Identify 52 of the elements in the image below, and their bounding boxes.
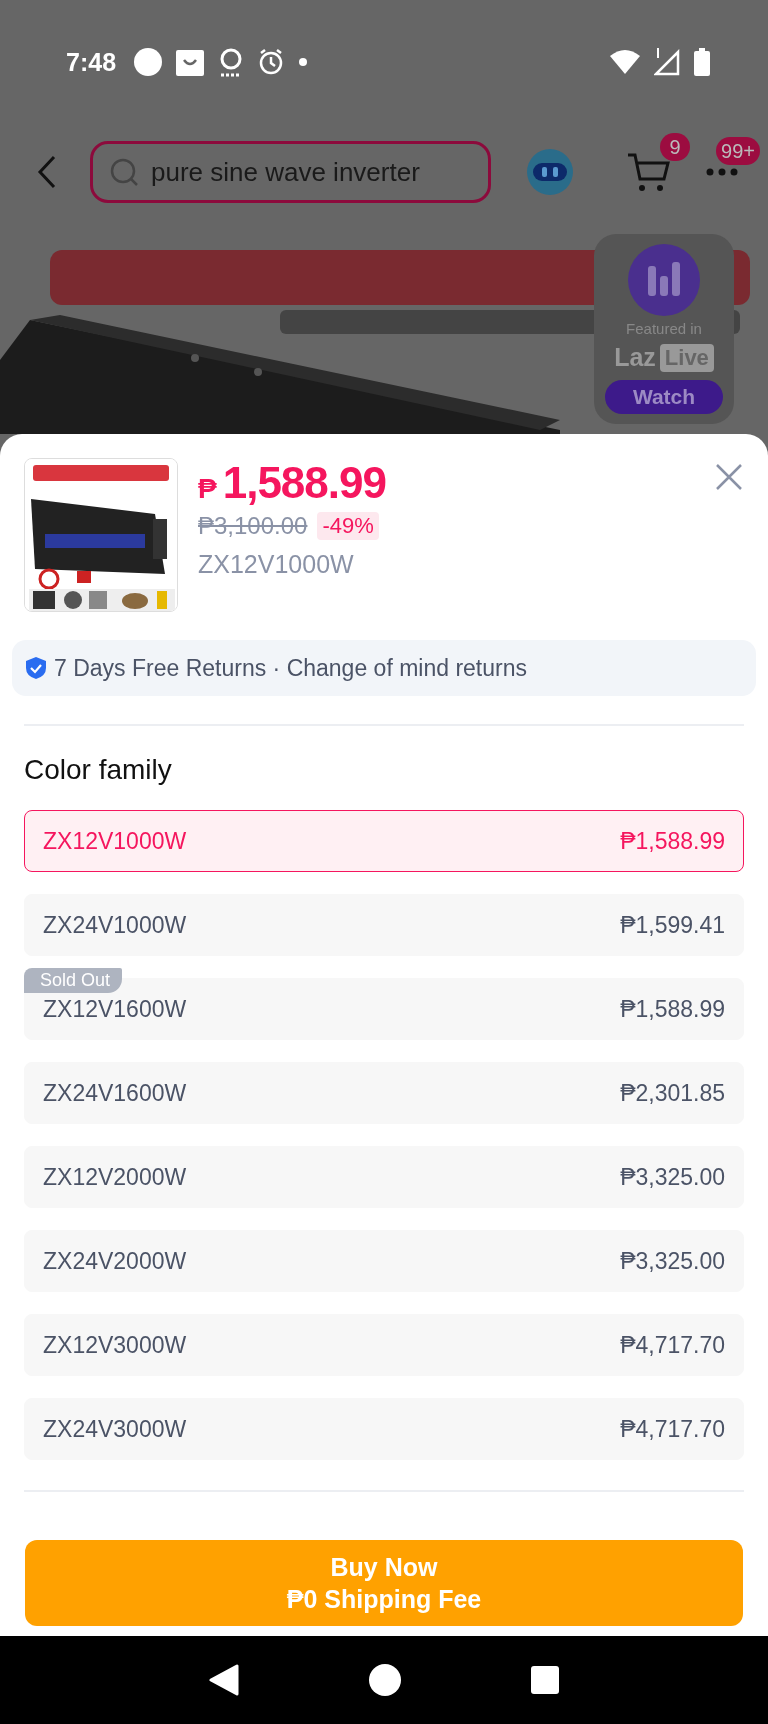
live-brand: Laz bbox=[614, 343, 656, 372]
message-count-badge: 99+ bbox=[716, 137, 760, 165]
original-price: ₱3,100.00 bbox=[198, 512, 308, 540]
variant-name: ZX24V2000W bbox=[43, 1247, 187, 1275]
section-title: Color family bbox=[23, 754, 173, 786]
alarm-icon bbox=[258, 48, 285, 76]
back-icon[interactable] bbox=[209, 1664, 239, 1696]
currency-symbol: ₱ bbox=[198, 473, 217, 505]
variant-price: ₱4,717.70 bbox=[620, 1415, 725, 1443]
variant-price: ₱2,301.85 bbox=[620, 1079, 725, 1107]
wifi-icon bbox=[610, 50, 640, 74]
variant-price: ₱1,588.99 bbox=[620, 827, 725, 855]
variant-name: ZX12V3000W bbox=[43, 1331, 187, 1359]
battery-icon bbox=[694, 48, 710, 76]
variant-name: ZX12V1600W bbox=[43, 995, 187, 1023]
variant-name: ZX24V1000W bbox=[43, 911, 187, 939]
more-icon[interactable] bbox=[706, 167, 738, 177]
variant-price: ₱3,325.00 bbox=[620, 1163, 725, 1191]
variant-option[interactable]: ZX24V3000W ₱4,717.70 bbox=[24, 1398, 744, 1460]
close-icon[interactable] bbox=[714, 462, 744, 492]
home-icon[interactable] bbox=[369, 1664, 401, 1696]
variant-name: ZX24V1600W bbox=[43, 1079, 187, 1107]
cart-icon[interactable] bbox=[626, 151, 670, 193]
cart-count-badge: 9 bbox=[660, 133, 690, 161]
circle-icon bbox=[134, 48, 163, 76]
watch-button[interactable]: Watch bbox=[605, 380, 723, 414]
variant-name: ZX12V1000W bbox=[43, 827, 187, 855]
price: 1,588.99 bbox=[222, 458, 386, 508]
live-bars-icon bbox=[628, 244, 700, 316]
variant-price: ₱1,599.41 bbox=[620, 911, 725, 939]
returns-text: 7 Days Free Returns · Change of mind returns bbox=[54, 654, 527, 682]
variant-name: ZX12V2000W bbox=[43, 1163, 187, 1191]
variant-price: ₱3,325.00 bbox=[620, 1247, 725, 1275]
discount-badge: -49% bbox=[317, 512, 379, 540]
variant-price: ₱1,588.99 bbox=[620, 995, 725, 1023]
variant-option[interactable]: ZX24V2000W ₱3,325.00 bbox=[24, 1230, 744, 1292]
variant-price: ₱4,717.70 bbox=[620, 1331, 725, 1359]
variant-option[interactable]: ZX12V1000W ₱1,588.99 bbox=[24, 810, 744, 872]
variant-option[interactable]: ZX12V2000W ₱3,325.00 bbox=[24, 1146, 744, 1208]
variant-option[interactable]: ZX24V1600W ₱2,301.85 bbox=[24, 1062, 744, 1124]
sold-out-badge: Sold Out bbox=[24, 968, 123, 993]
variant-option[interactable]: ZX12V3000W ₱4,717.70 bbox=[24, 1314, 744, 1376]
shield-check-icon bbox=[26, 657, 46, 679]
signal-icon bbox=[654, 48, 680, 76]
dot-icon bbox=[298, 57, 309, 67]
robot-icon[interactable] bbox=[524, 147, 574, 197]
bag-icon bbox=[176, 48, 205, 76]
search-icon bbox=[109, 157, 139, 187]
variant-option[interactable]: ZX24V1000W ₱1,599.41 bbox=[24, 894, 744, 956]
selected-variant: ZX12V1000W bbox=[198, 550, 355, 579]
status-time: 7:48 bbox=[66, 47, 117, 77]
variant-name: ZX24V3000W bbox=[43, 1415, 187, 1443]
